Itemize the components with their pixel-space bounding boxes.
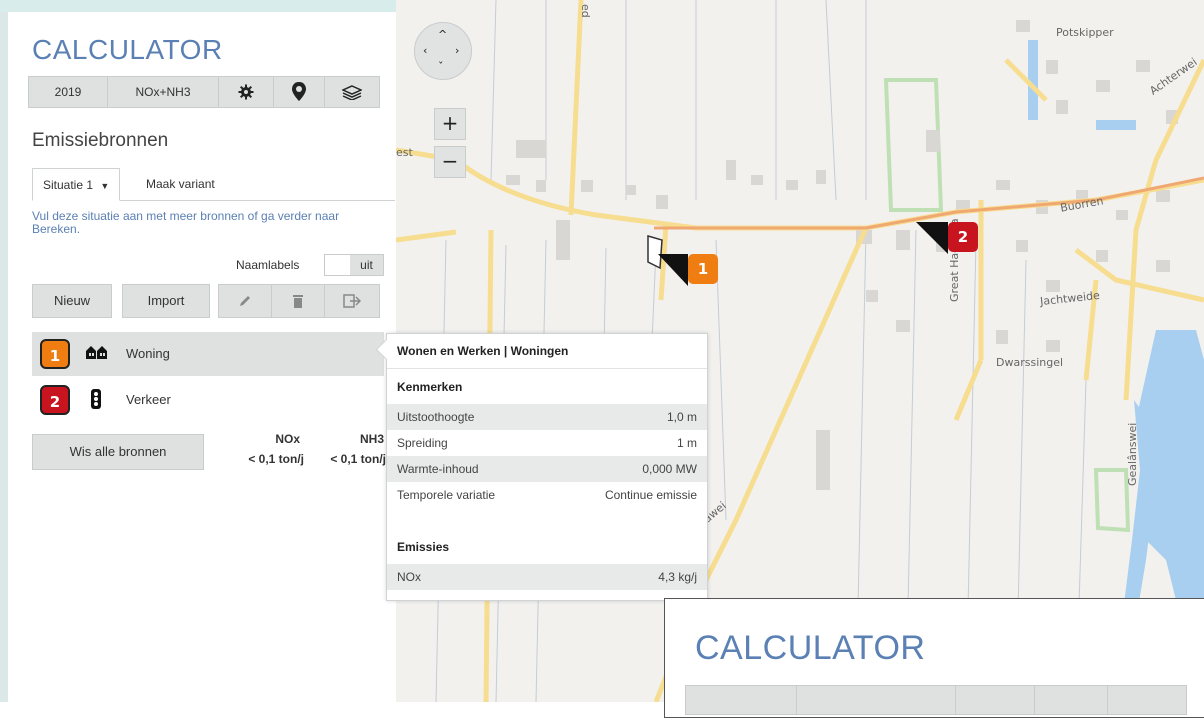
overlay-toolbar-button-1 [685, 685, 797, 715]
popup-emissies-title: Emissies [397, 540, 450, 554]
green-field-2 [1093, 468, 1131, 533]
row-value: 0,000 MW [642, 462, 697, 476]
source-row-verkeer[interactable]: 2 Verkeer [32, 378, 384, 422]
map-label-gealanswei: Gealânswei [1126, 422, 1139, 486]
source-name-woning: Woning [126, 346, 170, 361]
naamlabels-label: Naamlabels [236, 258, 300, 272]
substance-button[interactable]: NOx+NH3 [107, 76, 219, 108]
source-info-popup: Wonen en Werken | Woningen Kenmerken Uit… [375, 333, 708, 601]
tab-situatie[interactable]: Situatie 1 ▼ [32, 168, 121, 201]
gear-icon [238, 84, 254, 100]
popup-row-nox: NOx 4,3 kg/j [387, 564, 707, 590]
total-nox-value: < 0,1 ton/j [248, 452, 304, 466]
total-nh3-value: < 0,1 ton/j [330, 452, 386, 466]
top-strip [0, 0, 400, 12]
year-button[interactable]: 2019 [28, 76, 108, 108]
row-value: 1,0 m [666, 410, 697, 424]
popup-row-temporele-variatie: Temporele variatie Continue emissie [387, 482, 707, 508]
map-label-dwarssingel: Dwarssingel [996, 356, 1064, 369]
row-value: 4,3 kg/j [658, 570, 697, 584]
marker-2-pointer [916, 222, 948, 254]
pan-right-icon[interactable]: › [455, 45, 459, 56]
map-label-potskipper: Potskipper [1056, 26, 1114, 39]
popup-row-warmte-inhoud: Warmte-inhoud 0,000 MW [387, 456, 707, 482]
source-row-woning[interactable]: 1 Woning [32, 332, 384, 376]
pan-down-icon[interactable]: ˇ [438, 61, 444, 72]
pan-control[interactable]: ^ ‹ › ˇ [414, 22, 472, 80]
popup-kenmerken-title: Kenmerken [397, 380, 463, 394]
water-pond-2 [1096, 120, 1136, 130]
overlay-toolbar-button-4 [1034, 685, 1108, 715]
app-title: CALCULATOR [32, 34, 223, 65]
total-nox-label: NOx [275, 432, 300, 446]
layers-icon [342, 85, 362, 100]
pan-left-icon[interactable]: ‹ [423, 45, 427, 56]
popup-row-spreiding: Spreiding 1 m [387, 430, 707, 456]
import-button[interactable]: Import [122, 284, 210, 318]
pencil-icon [240, 296, 250, 306]
map-marker-1[interactable]: 1 [688, 254, 718, 284]
layers-button[interactable] [324, 76, 380, 108]
house-polygon [647, 235, 663, 270]
overlay-title: CALCULATOR [695, 629, 926, 667]
source-badge-1: 1 [40, 339, 70, 369]
clear-all-button[interactable]: Wis alle bronnen [32, 434, 204, 470]
help-text[interactable]: Vul deze situatie aan met meer bronnen o… [32, 210, 382, 236]
naamlabels-toggle[interactable]: uit [324, 254, 384, 276]
edit-button[interactable] [218, 284, 272, 318]
tab-variant[interactable]: Maak variant [136, 168, 225, 200]
delete-button[interactable] [271, 284, 325, 318]
export-icon [343, 294, 362, 308]
map-label-ed: ed [579, 4, 592, 18]
row-value: 1 m [676, 436, 697, 450]
zoom-in-button[interactable]: + [434, 108, 466, 140]
source-name-verkeer: Verkeer [126, 392, 171, 407]
trash-icon [293, 295, 303, 308]
tab-situatie-label: Situatie 1 [43, 178, 94, 192]
row-label: Temporele variatie [397, 488, 496, 502]
sidebar-panel: CALCULATOR 2019 NOx+NH3 Emissiebronnen S… [0, 12, 395, 702]
traffic-route [654, 176, 1204, 230]
zoom-out-button[interactable]: − [434, 146, 466, 178]
houses-icon [86, 346, 107, 359]
source-badge-2: 2 [40, 385, 70, 415]
tab-bar: Situatie 1 ▼ Maak variant [32, 168, 395, 201]
section-title: Emissiebronnen [32, 130, 169, 151]
total-nh3-label: NH3 [359, 432, 384, 446]
toggle-value: uit [350, 255, 383, 275]
traffic-light-icon [91, 389, 101, 409]
export-button[interactable] [324, 284, 380, 318]
calculator-overlay-preview: CALCULATOR [664, 598, 1204, 718]
popup-divider [387, 368, 707, 369]
row-value: Continue emissie [604, 488, 697, 502]
row-label: Warmte-inhoud [397, 462, 479, 476]
map-label-est: est [396, 146, 413, 159]
map-pin-icon [292, 82, 306, 101]
row-label: Uitstoothoogte [397, 410, 475, 424]
marker-button[interactable] [273, 76, 325, 108]
pan-up-icon[interactable]: ^ [438, 29, 447, 40]
overlay-toolbar-button-2 [796, 685, 956, 715]
overlay-toolbar-button-3 [955, 685, 1035, 715]
row-label: Spreiding [397, 436, 448, 450]
overlay-toolbar-button-5 [1107, 685, 1187, 715]
new-button[interactable]: Nieuw [32, 284, 112, 318]
row-label: NOx [397, 570, 421, 584]
popup-title: Wonen en Werken | Woningen [397, 344, 569, 358]
caret-down-icon: ▼ [100, 181, 110, 191]
settings-button[interactable] [218, 76, 274, 108]
popup-row-uitstoothoogte: Uitstoothoogte 1,0 m [387, 404, 707, 430]
map-marker-2[interactable]: 2 [948, 222, 978, 252]
